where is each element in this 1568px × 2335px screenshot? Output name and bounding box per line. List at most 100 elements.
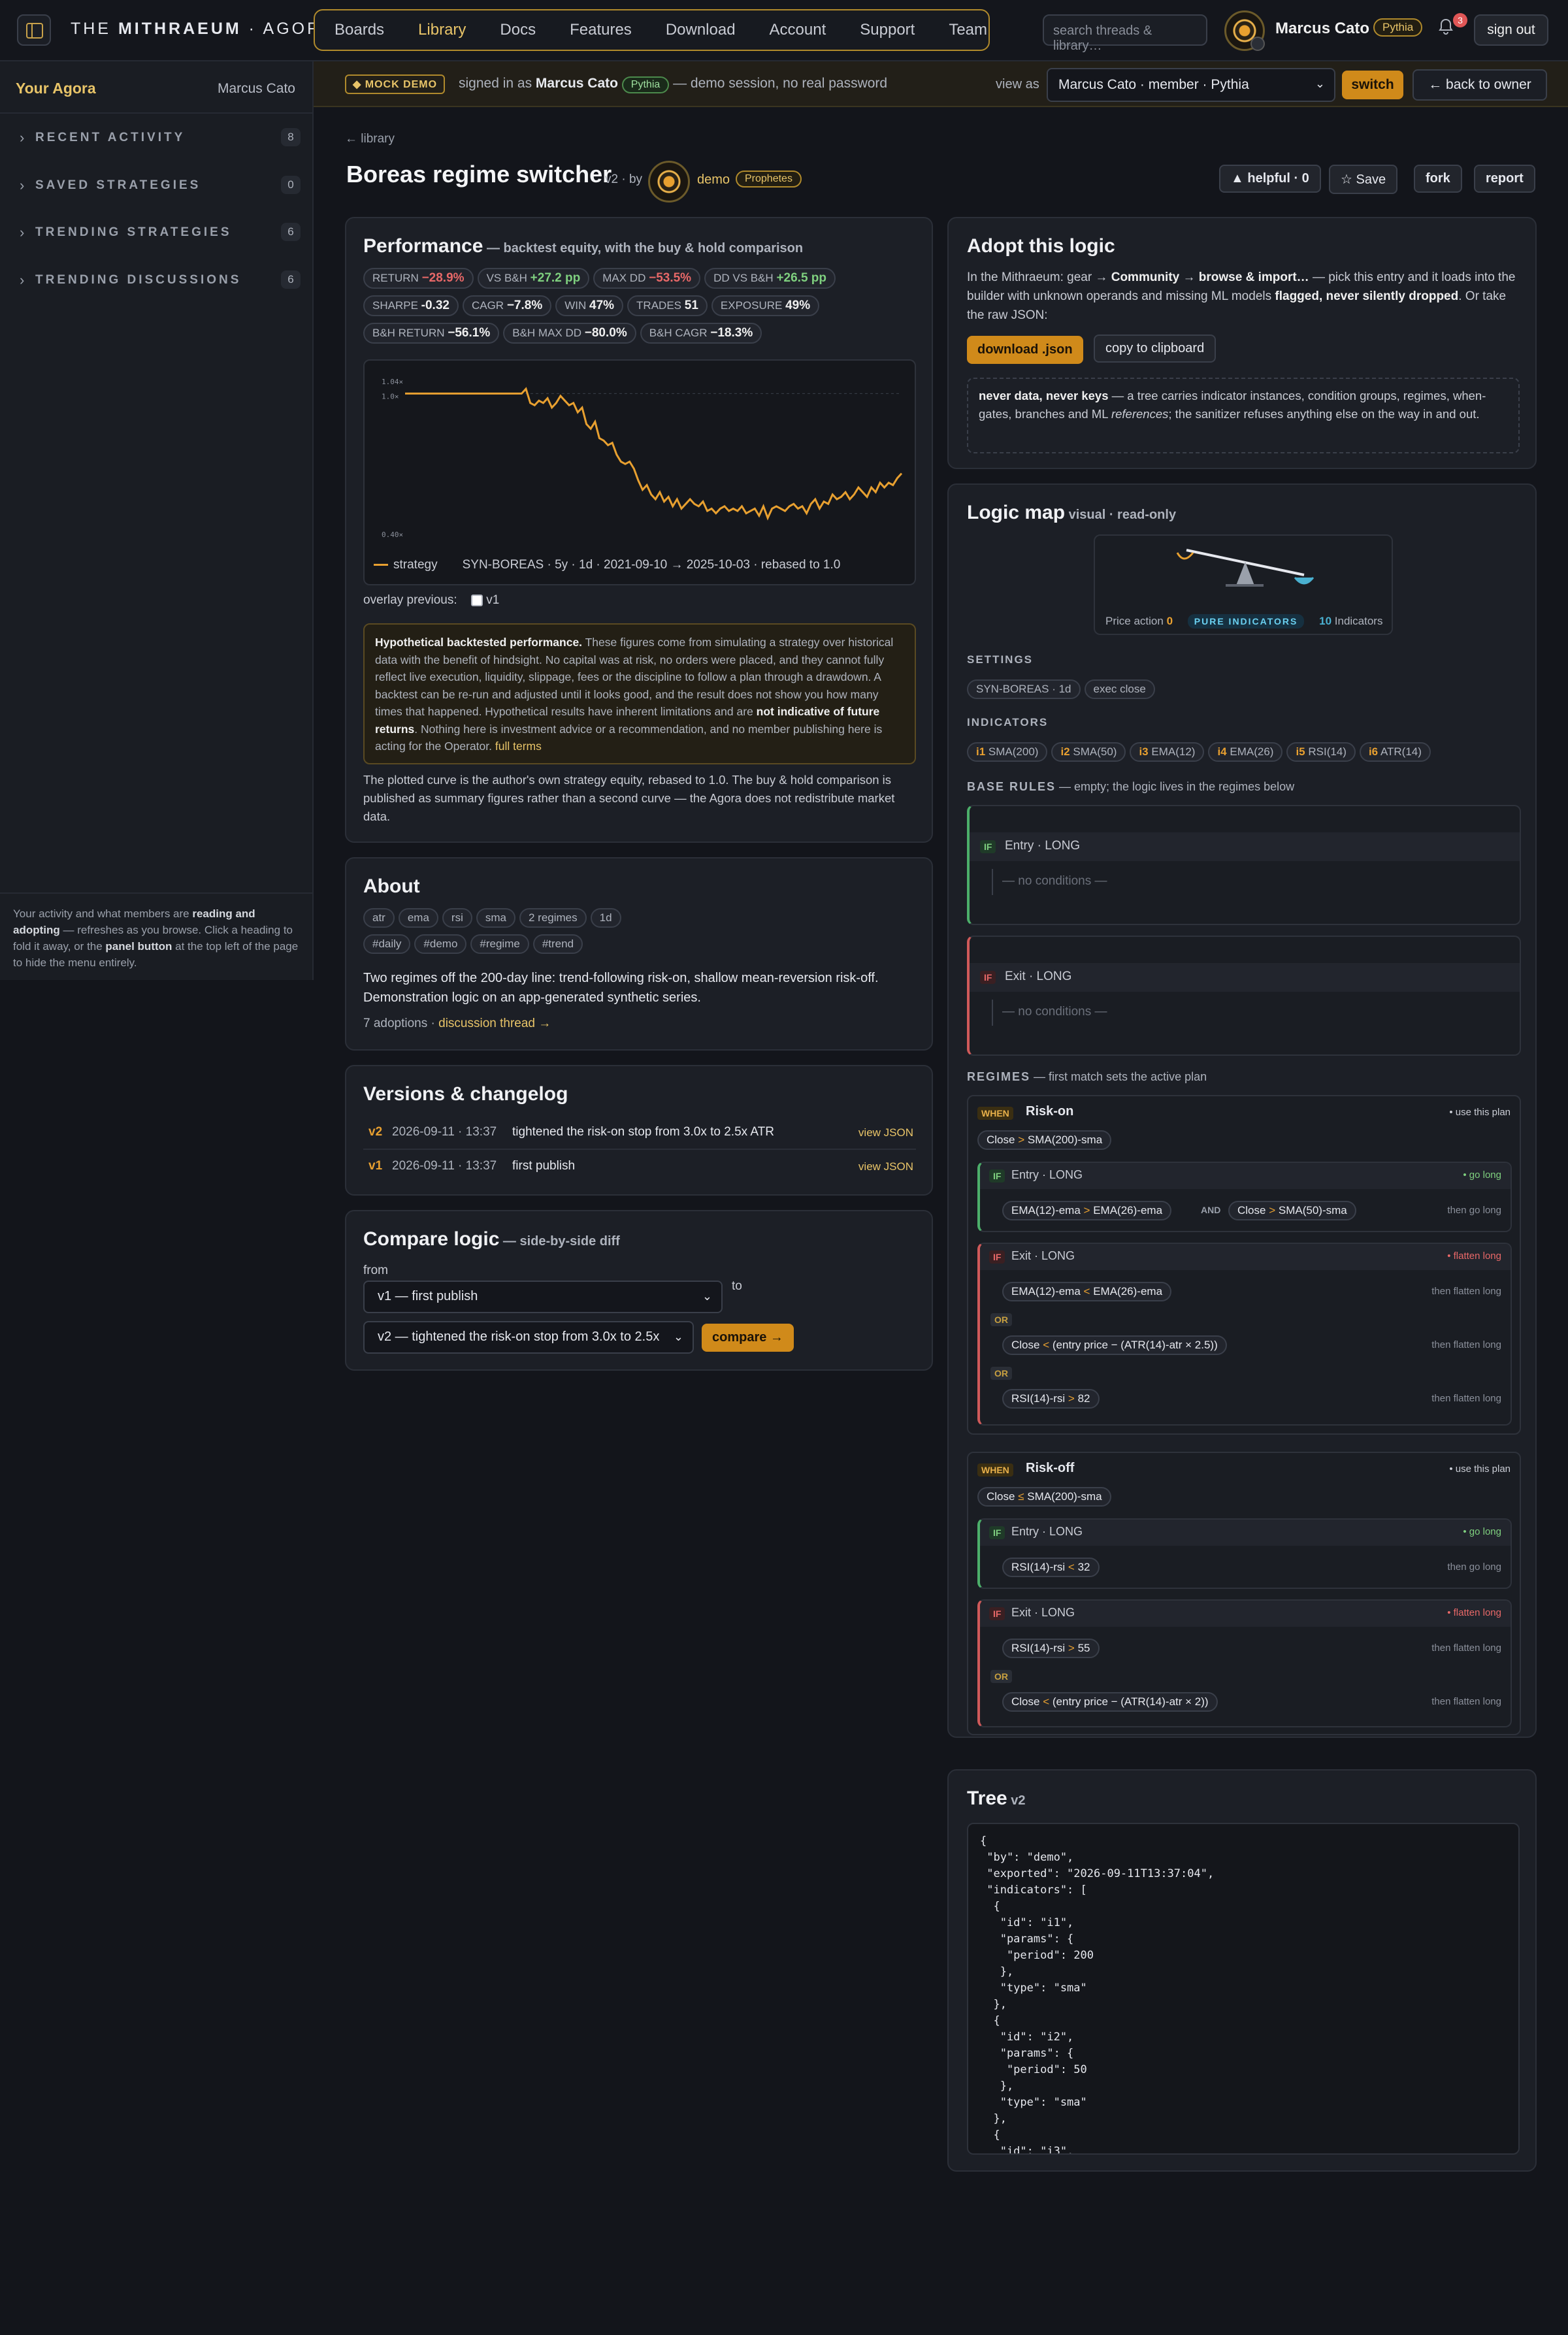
pure-indicators-badge: PURE INDICATORS	[1187, 614, 1305, 629]
or-tag: OR	[990, 1670, 1012, 1683]
indicator-chip: i3 EMA(12)	[1130, 742, 1205, 762]
fork-button[interactable]: fork	[1414, 165, 1462, 193]
panel-toggle-button[interactable]	[17, 14, 51, 46]
empty-conditions: — no conditions —	[1002, 874, 1107, 888]
or-tag: OR	[990, 1313, 1012, 1326]
view-json-link[interactable]: view JSON	[858, 1126, 913, 1139]
hashtag[interactable]: #demo	[414, 934, 467, 954]
stat-chip: B&H MAX DD −80.0%	[503, 323, 636, 344]
tree-card: Tree v2 { "by": "demo", "exported": "202…	[947, 1769, 1537, 2172]
switch-button[interactable]: switch	[1342, 71, 1403, 99]
indicator-chip: i4 EMA(26)	[1208, 742, 1283, 762]
chart-note: The plotted curve is the author's own st…	[363, 773, 895, 823]
overlay-option-label: v1	[486, 593, 500, 607]
about-title: About	[363, 875, 420, 897]
nav-docs[interactable]: Docs	[500, 21, 536, 39]
brand-logo[interactable]: THE MITHRAEUM · AGORA	[71, 20, 335, 39]
nav-download[interactable]: Download	[666, 21, 736, 39]
author-name[interactable]: demo	[697, 172, 730, 188]
tag[interactable]: 1d	[590, 908, 621, 928]
sidebar-item-recent-activity[interactable]: › RECENT ACTIVITY 8	[20, 127, 301, 150]
balance-legend: Price action 0 PURE INDICATORS 10 Indica…	[1105, 614, 1383, 629]
sign-out-button[interactable]: sign out	[1474, 14, 1548, 46]
nav-team[interactable]: Team	[949, 21, 987, 39]
stat-chip: B&H CAGR −18.3%	[640, 323, 762, 344]
nav-account[interactable]: Account	[770, 21, 826, 39]
tag[interactable]: rsi	[442, 908, 472, 928]
risk-on-entry-rule: IF Entry · LONG • go long EMA(12)-ema > …	[977, 1162, 1512, 1232]
condition: RSI(14)-rsi > 82	[1002, 1389, 1100, 1409]
bell-icon[interactable]	[1439, 18, 1453, 35]
sidebar-title: Your Agora	[16, 80, 96, 97]
from-label: from	[363, 1264, 388, 1277]
sidebar-item-trending-discussions[interactable]: › TRENDING DISCUSSIONS 6	[20, 269, 301, 293]
sidebar-item-trending-strategies[interactable]: › TRENDING STRATEGIES 6	[20, 221, 301, 245]
copy-to-clipboard-button[interactable]: copy to clipboard	[1094, 335, 1217, 363]
hashtag[interactable]: #daily	[363, 934, 411, 954]
regime-name: Risk-on	[1026, 1104, 1074, 1119]
gate-condition: Close ≤ SMA(200)-sma	[977, 1487, 1111, 1507]
search-input[interactable]: search threads & library…	[1043, 14, 1207, 53]
helpful-button[interactable]: ▲ helpful · 0	[1219, 165, 1321, 193]
setting-chip: SYN-BOREAS · 1d	[967, 679, 1081, 699]
save-button[interactable]: ☆ Save	[1329, 165, 1398, 194]
stats-chips: RETURN −28.9% VS B&H +27.2 pp MAX DD −53.5…	[363, 268, 925, 350]
y-tick-label: 1.04×	[382, 378, 403, 386]
stat-chip: EXPOSURE 49%	[711, 295, 820, 316]
sidebar: Your Agora Marcus Cato › RECENT ACTIVITY…	[0, 61, 314, 980]
legend-series-name: strategy	[393, 558, 438, 572]
compare-card: Compare logic — side-by-side diff from v…	[345, 1210, 933, 1371]
tag[interactable]: sma	[476, 908, 515, 928]
hashtag[interactable]: #regime	[470, 934, 529, 954]
tag[interactable]: ema	[398, 908, 438, 928]
overlay-checkbox[interactable]	[470, 594, 483, 606]
sidebar-item-saved-strategies[interactable]: › SAVED STRATEGIES 0	[20, 174, 301, 198]
tree-json-viewer[interactable]: { "by": "demo", "exported": "2026-09-11T…	[967, 1823, 1520, 2155]
tag[interactable]: 2 regimes	[519, 908, 587, 928]
hashtag[interactable]: #trend	[532, 934, 583, 954]
nav-library[interactable]: Library	[418, 21, 466, 39]
chevron-right-icon: ›	[20, 129, 25, 146]
performance-card: Performance — backtest equity, with the …	[345, 217, 933, 843]
author-avatar[interactable]	[648, 161, 690, 203]
condition: Close < (entry price − (ATR(14)-atr × 2.…	[1002, 1335, 1227, 1355]
strategy-equity-line	[405, 387, 903, 521]
adopt-instructions: In the Mithraeum: gear → Community → bro…	[967, 270, 1516, 322]
count-badge: 6	[281, 223, 301, 241]
versions-card: Versions & changelog v2 2026-09-11 · 13:…	[345, 1065, 933, 1196]
breadcrumb[interactable]: ← library	[345, 132, 395, 146]
view-json-link[interactable]: view JSON	[858, 1160, 913, 1173]
logic-map-card: Logic map visual · read-only Price actio…	[947, 483, 1537, 1738]
stat-chip: B&H RETURN −56.1%	[363, 323, 500, 344]
compare-button[interactable]: compare →	[702, 1324, 794, 1352]
author-badge: Prophetes	[736, 171, 802, 188]
version-row: v1 2026-09-11 · 13:37 first publish view…	[368, 1159, 913, 1173]
report-button[interactable]: report	[1474, 165, 1535, 193]
from-version-select[interactable]: v1 — first publish ⌄	[363, 1281, 723, 1313]
condition: RSI(14)-rsi > 55	[1002, 1639, 1100, 1658]
when-tag: WHEN	[977, 1107, 1013, 1120]
settings-heading: SETTINGS	[967, 653, 1034, 666]
legend-swatch	[374, 564, 388, 566]
nav-boards[interactable]: Boards	[335, 21, 384, 39]
tag[interactable]: atr	[363, 908, 395, 928]
sidebar-item-label: TRENDING STRATEGIES	[35, 225, 232, 239]
session-info: signed in as Marcus Cato Pythia — demo s…	[459, 76, 887, 93]
download-json-button[interactable]: download .json	[967, 336, 1083, 364]
stat-chip: TRADES 51	[627, 295, 708, 316]
when-tag: WHEN	[977, 1463, 1013, 1477]
disclaimer-box: Hypothetical backtested performance. The…	[363, 623, 916, 764]
discussion-thread-link[interactable]: discussion thread →	[438, 1017, 551, 1030]
base-exit-rule: IF Exit · LONG — no conditions —	[967, 936, 1521, 1056]
risk-off-entry-rule: IF Entry · LONG • go long RSI(14)-rsi < …	[977, 1518, 1512, 1589]
view-as-select[interactable]: Marcus Cato · member · Pythia ⌄	[1047, 68, 1335, 102]
nav-features[interactable]: Features	[570, 21, 632, 39]
to-version-select[interactable]: v2 — tightened the risk-on stop from 3.0…	[363, 1321, 694, 1354]
notification-count: 3	[1453, 13, 1467, 27]
equity-chart: 1.04× 1.0× 0.40× strategy SYN-BOREAS · 5y ·…	[363, 359, 916, 585]
sidebar-item-label: RECENT ACTIVITY	[35, 131, 186, 144]
logic-map-title: Logic map visual · read-only	[967, 502, 1177, 523]
back-to-owner-button[interactable]: ← back to owner	[1413, 69, 1547, 101]
full-terms-link[interactable]: full terms	[495, 740, 542, 753]
nav-support[interactable]: Support	[860, 21, 915, 39]
